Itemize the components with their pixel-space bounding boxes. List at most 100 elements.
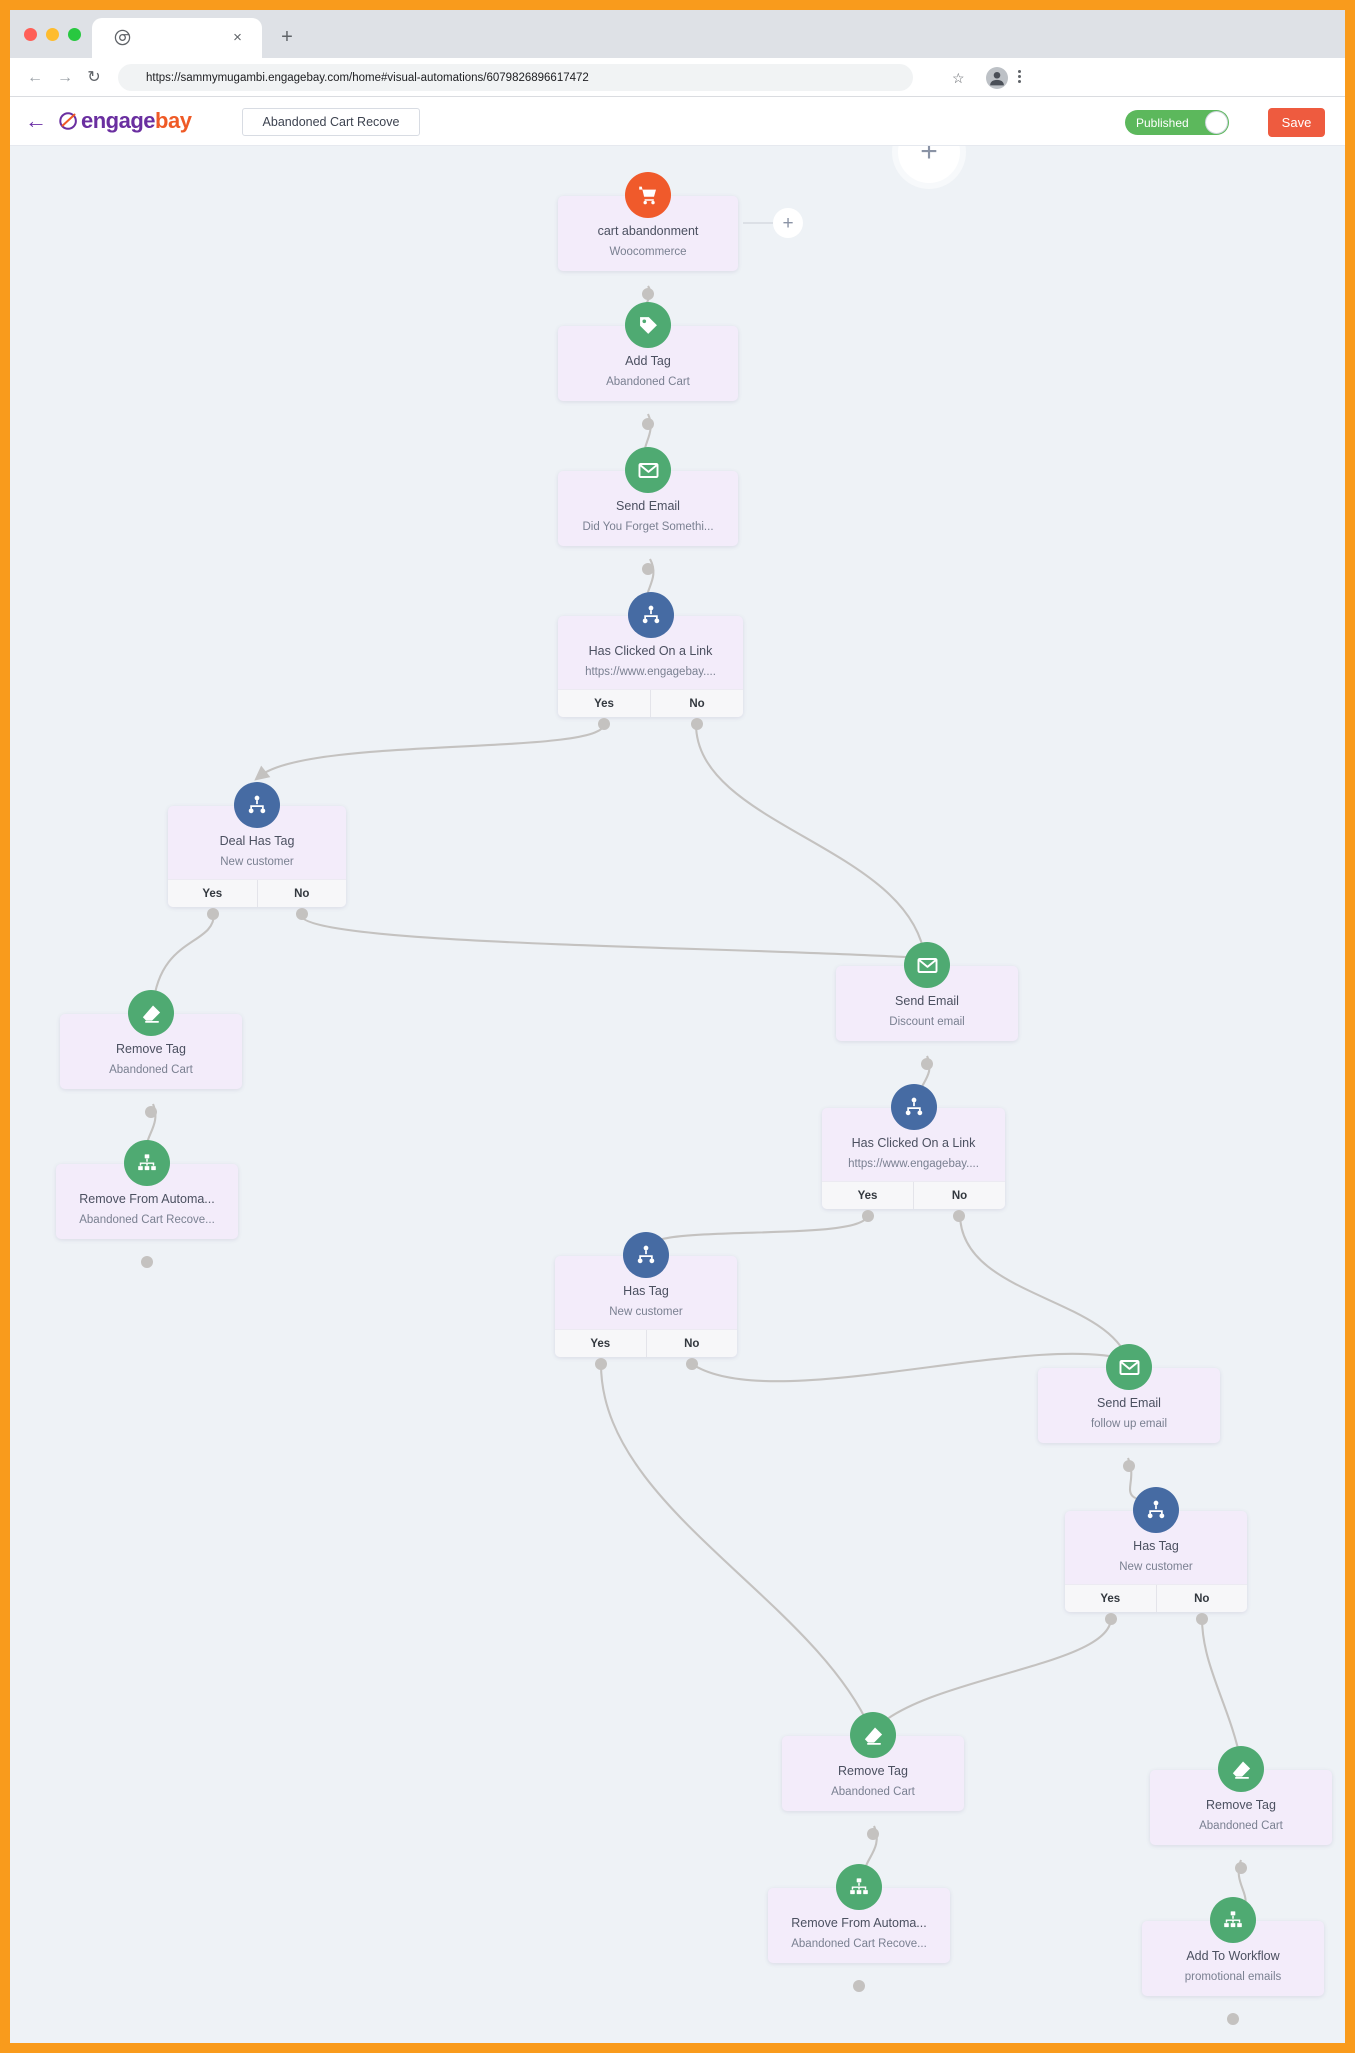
workflow-node-n10[interactable]: Has Tag New customer Yes No xyxy=(555,1232,737,1357)
engagebay-logo[interactable]: engage bay xyxy=(58,108,192,134)
node-branch-row: Yes No xyxy=(555,1329,737,1357)
browser-back-icon[interactable]: ← xyxy=(26,69,44,87)
branch-no[interactable]: No xyxy=(914,1182,1005,1209)
branch-yes[interactable]: Yes xyxy=(558,690,651,717)
tab-strip: × + xyxy=(10,10,1345,58)
back-arrow-icon[interactable]: ← xyxy=(24,109,48,133)
node-title: Remove From Automa... xyxy=(79,1192,215,1206)
new-tab-button[interactable]: + xyxy=(277,27,297,48)
envelope-icon xyxy=(1106,1344,1152,1390)
branch-icon xyxy=(234,782,280,828)
node-port-out[interactable] xyxy=(1227,2013,1239,2025)
browser-forward-icon[interactable]: → xyxy=(56,69,74,87)
url-text: https://sammymugambi.engagebay.com/home#… xyxy=(146,71,589,84)
node-title: Send Email xyxy=(1097,1396,1161,1410)
node-subtitle: https://www.engagebay.... xyxy=(585,666,716,678)
node-subtitle: Did You Forget Somethi... xyxy=(582,521,714,533)
node-subtitle: promotional emails xyxy=(1184,1971,1282,1983)
node-port-out[interactable] xyxy=(853,1980,865,1992)
node-port-out[interactable] xyxy=(145,1106,157,1118)
branch-yes[interactable]: Yes xyxy=(555,1330,647,1357)
node-subtitle: Woocommerce xyxy=(609,246,687,258)
node-subtitle: Discount email xyxy=(889,1016,965,1028)
add-branch-button[interactable]: + xyxy=(773,208,803,238)
workflow-canvas[interactable]: + + cart abandonment Woocommerce Add Tag Ab… xyxy=(10,146,1345,2043)
node-port-yes[interactable] xyxy=(594,1358,607,1370)
node-subtitle: Abandoned Cart xyxy=(1199,1820,1283,1832)
workflow-node-n13[interactable]: Remove Tag Abandoned Cart xyxy=(782,1712,964,1811)
node-port-no[interactable] xyxy=(685,1358,698,1370)
node-port-out[interactable] xyxy=(642,563,654,575)
node-title: Send Email xyxy=(895,994,959,1008)
save-button[interactable]: Save xyxy=(1268,108,1325,137)
branch-no[interactable]: No xyxy=(1157,1585,1248,1612)
browser-menu-icon[interactable] xyxy=(1018,68,1024,85)
toggle-knob[interactable] xyxy=(1205,111,1228,134)
branch-icon xyxy=(623,1232,669,1278)
brand-text-primary: engage xyxy=(81,108,156,133)
branch-yes[interactable]: Yes xyxy=(168,880,258,907)
workflow-node-n6[interactable]: Remove Tag Abandoned Cart xyxy=(60,990,242,1089)
node-port-out[interactable] xyxy=(867,1828,879,1840)
address-bar[interactable]: https://sammymugambi.engagebay.com/home#… xyxy=(118,64,913,91)
close-tab-icon[interactable]: × xyxy=(229,29,246,46)
workflow-node-n16[interactable]: Add To Workflow promotional emails xyxy=(1142,1897,1324,1996)
node-port-out[interactable] xyxy=(141,1256,153,1268)
window-controls[interactable] xyxy=(24,28,81,41)
branch-no[interactable]: No xyxy=(258,880,347,907)
branch-icon xyxy=(1133,1487,1179,1533)
node-port-no[interactable] xyxy=(690,718,703,730)
workflow-node-n4[interactable]: Has Clicked On a Link https://www.engageb… xyxy=(558,592,743,717)
node-port-out[interactable] xyxy=(921,1058,933,1070)
node-port-no[interactable] xyxy=(1195,1613,1208,1625)
node-title: Remove Tag xyxy=(1206,1798,1276,1812)
workflow-icon xyxy=(124,1140,170,1186)
workflow-node-n11[interactable]: Send Email follow up email xyxy=(1038,1344,1220,1443)
workflow-node-n2[interactable]: Add Tag Abandoned Cart xyxy=(558,302,738,401)
node-port-out[interactable] xyxy=(1123,1460,1135,1472)
workflow-node-n9[interactable]: Has Clicked On a Link https://www.engageb… xyxy=(822,1084,1005,1209)
node-port-yes[interactable] xyxy=(206,908,219,920)
minimize-window-button[interactable] xyxy=(46,28,59,41)
tag-icon xyxy=(625,302,671,348)
profile-avatar-icon[interactable] xyxy=(986,67,1008,89)
workflow-edges xyxy=(139,222,1249,1918)
workflow-node-n12[interactable]: Has Tag New customer Yes No xyxy=(1065,1487,1248,1612)
node-title: Has Clicked On a Link xyxy=(851,1136,976,1150)
node-title: Remove Tag xyxy=(116,1042,186,1056)
node-port-yes[interactable] xyxy=(861,1210,874,1222)
bookmark-star-icon[interactable]: ☆ xyxy=(952,70,968,86)
workflow-node-n14[interactable]: Remove From Automa... Abandoned Cart Reco… xyxy=(768,1864,950,1963)
node-subtitle: follow up email xyxy=(1090,1418,1168,1430)
maximize-window-button[interactable] xyxy=(68,28,81,41)
workflow-node-n5[interactable]: Deal Has Tag New customer Yes No xyxy=(168,782,347,907)
node-subtitle: https://www.engagebay.... xyxy=(848,1158,979,1170)
branch-yes[interactable]: Yes xyxy=(1065,1585,1157,1612)
node-subtitle: New customer xyxy=(609,1306,683,1318)
workflow-name-input[interactable]: Abandoned Cart Recove xyxy=(242,108,420,136)
branch-no[interactable]: No xyxy=(651,690,743,717)
node-port-out[interactable] xyxy=(1235,1862,1247,1874)
envelope-icon xyxy=(625,447,671,493)
workflow-node-n8[interactable]: Send Email Discount email xyxy=(836,942,1018,1041)
workflow-node-n7[interactable]: Remove From Automa... Abandoned Cart Reco… xyxy=(56,1140,238,1239)
branch-no[interactable]: No xyxy=(647,1330,738,1357)
node-subtitle: Abandoned Cart xyxy=(831,1786,915,1798)
node-title: Has Tag xyxy=(1133,1539,1179,1553)
node-subtitle: New customer xyxy=(220,856,294,868)
published-toggle[interactable]: Published xyxy=(1125,110,1229,135)
node-port-no[interactable] xyxy=(295,908,308,920)
close-window-button[interactable] xyxy=(24,28,37,41)
node-port-yes[interactable] xyxy=(1104,1613,1117,1625)
node-title: Has Clicked On a Link xyxy=(588,644,713,658)
branch-yes[interactable]: Yes xyxy=(822,1182,914,1209)
workflow-node-n1[interactable]: cart abandonment Woocommerce xyxy=(558,172,738,271)
browser-reload-icon[interactable]: ↻ xyxy=(85,69,103,87)
browser-tab[interactable]: × xyxy=(92,18,262,58)
node-subtitle: New customer xyxy=(1119,1561,1193,1573)
node-port-out[interactable] xyxy=(642,418,654,430)
workflow-node-n15[interactable]: Remove Tag Abandoned Cart xyxy=(1150,1746,1332,1845)
workflow-node-n3[interactable]: Send Email Did You Forget Somethi... xyxy=(558,447,738,546)
node-port-out[interactable] xyxy=(642,288,654,300)
node-title: Send Email xyxy=(616,499,680,513)
